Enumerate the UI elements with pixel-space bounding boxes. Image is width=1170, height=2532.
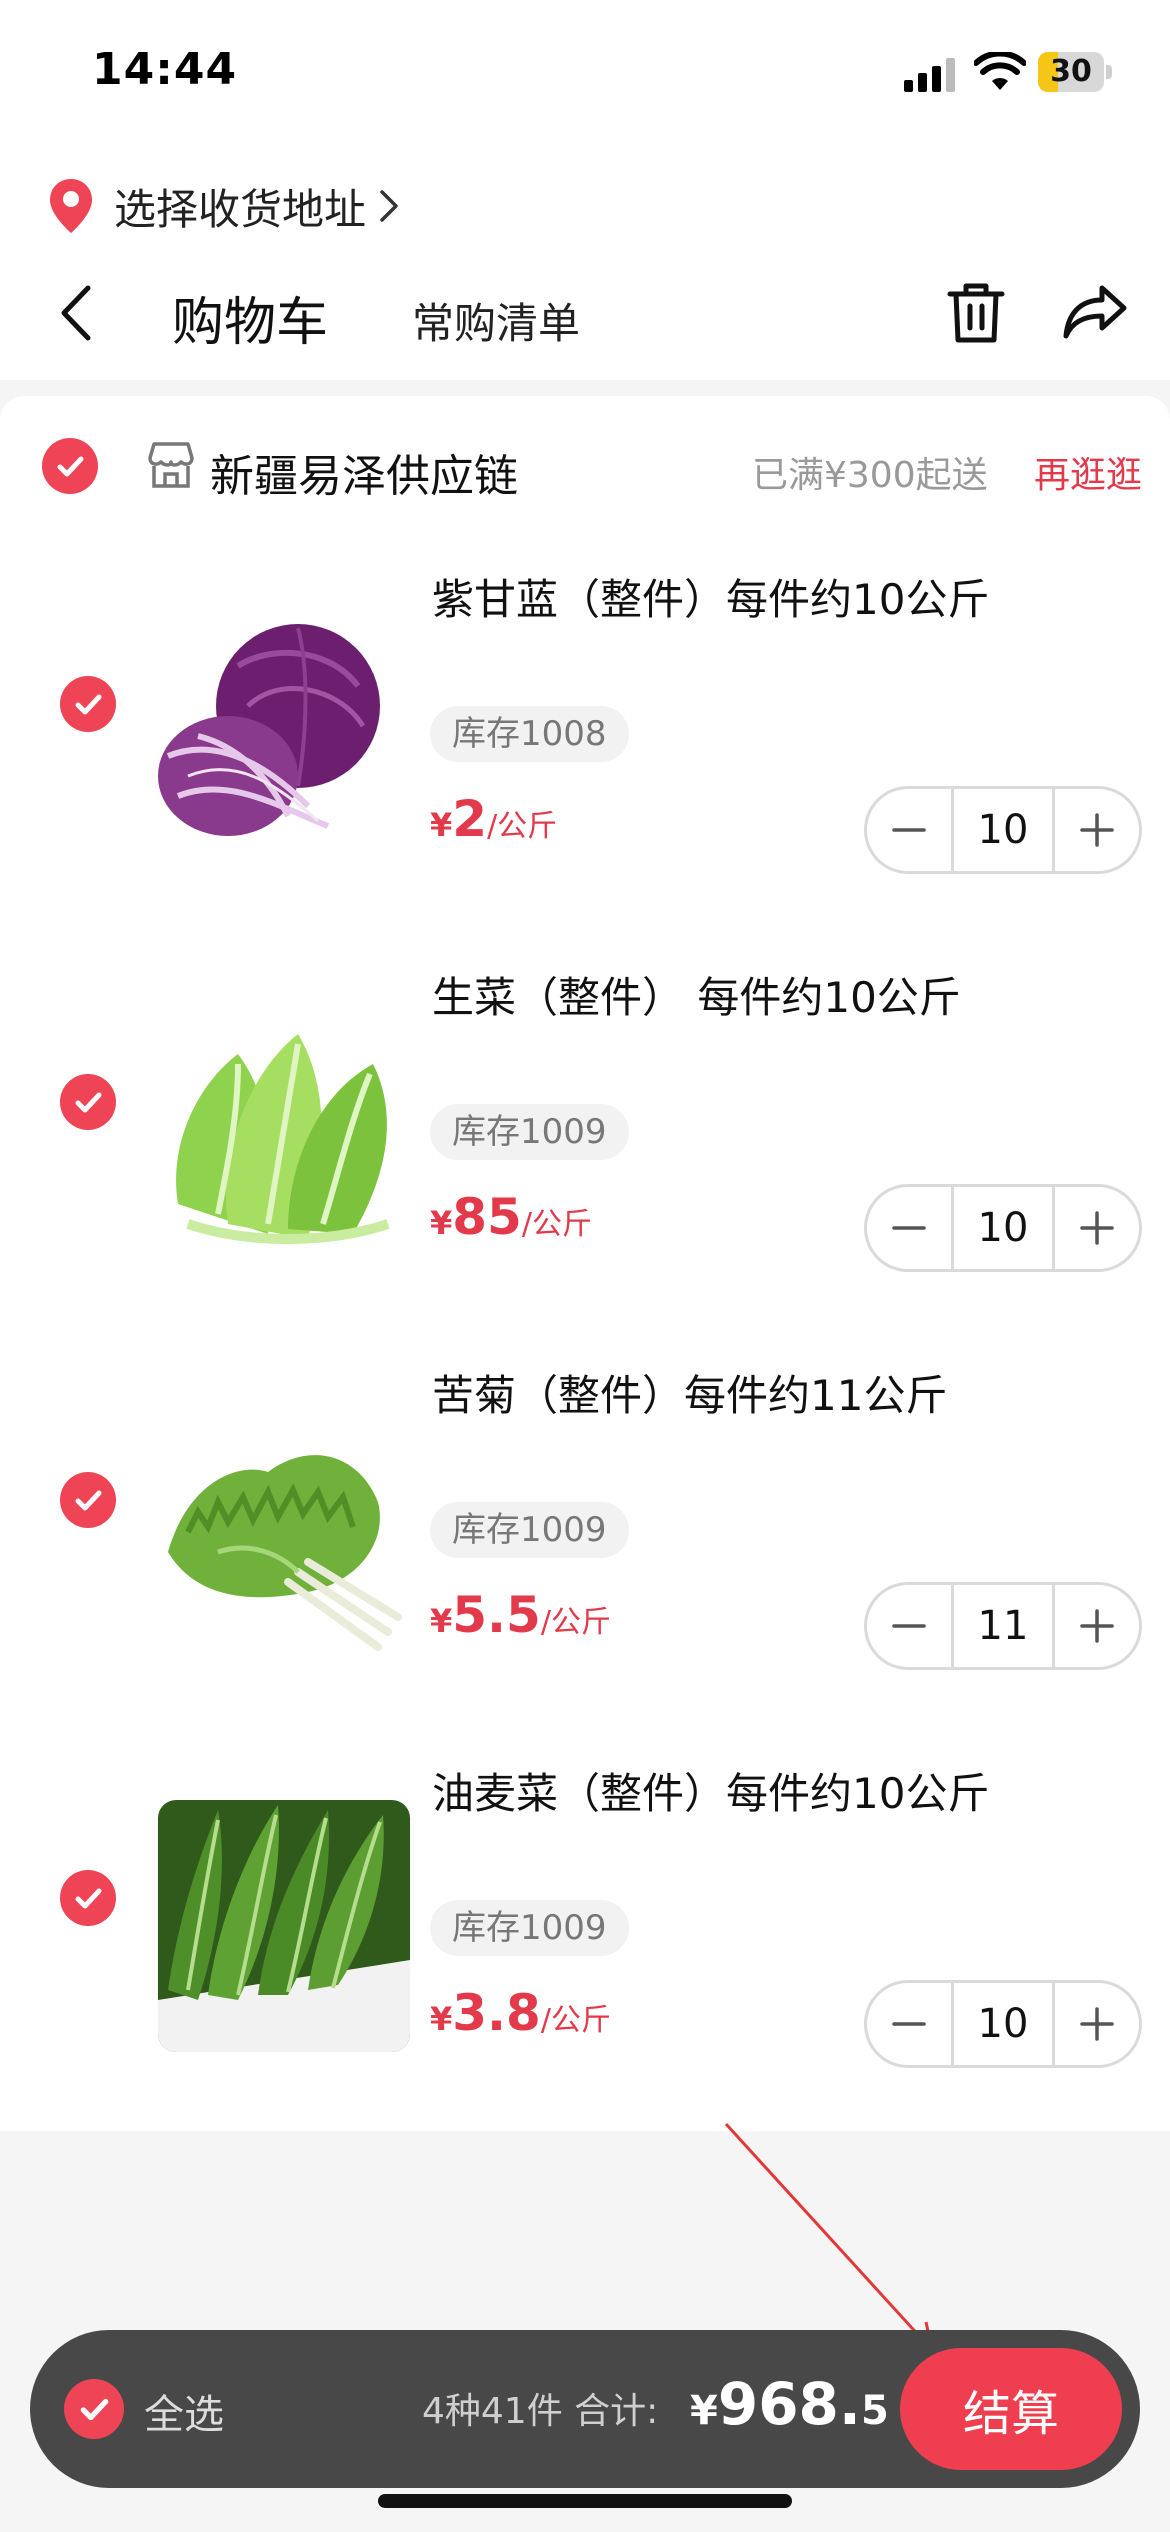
store-header: 新疆易泽供应链 已满¥300起送 再逛逛 — [0, 426, 1170, 506]
item-checkbox[interactable] — [60, 676, 116, 732]
battery-level: 30 — [1050, 54, 1092, 89]
page-title: 购物车 — [172, 293, 329, 353]
minus-icon — [892, 1624, 926, 1628]
product-image-lettuce[interactable] — [158, 1004, 410, 1256]
cart-item: 紫甘蓝（整件）每件约10公斤 库存1008 ¥2/公斤 10 — [0, 536, 1170, 934]
select-all-label[interactable]: 全选 — [144, 2382, 224, 2440]
plus-icon — [1080, 1211, 1114, 1245]
check-icon — [57, 456, 84, 477]
address-label: 选择收货地址 — [114, 184, 367, 234]
cart-card: 新疆易泽供应链 已满¥300起送 再逛逛 紫甘蓝（整件）每件约10公斤 库存10… — [0, 396, 1170, 2131]
share-icon[interactable] — [1062, 282, 1128, 342]
quantity-stepper: 10 — [864, 786, 1142, 874]
home-indicator — [378, 2494, 792, 2508]
quantity-stepper: 10 — [864, 1980, 1142, 2068]
cellular-signal-icon — [904, 58, 955, 92]
location-pin-icon — [50, 179, 92, 233]
product-price: ¥5.5/公斤 — [430, 1586, 611, 1644]
increase-button[interactable] — [1055, 1585, 1139, 1667]
minus-icon — [892, 2022, 926, 2026]
increase-button[interactable] — [1055, 1983, 1139, 2065]
plus-icon — [1080, 813, 1114, 847]
quantity-input[interactable]: 10 — [951, 1983, 1055, 2065]
product-image-romaine-lettuce[interactable] — [158, 1800, 410, 2052]
increase-button[interactable] — [1055, 1187, 1139, 1269]
min-order-text: 已满¥300起送 — [752, 455, 988, 496]
continue-shopping-link[interactable]: 再逛逛 — [1034, 446, 1142, 498]
product-price: ¥2/公斤 — [430, 790, 558, 848]
product-name[interactable]: 紫甘蓝（整件）每件约10公斤 — [432, 566, 989, 627]
checkout-bar: 全选 4种41件 合计: ¥968.5 结算 — [30, 2330, 1140, 2488]
status-time: 14:44 — [92, 44, 238, 95]
check-icon — [75, 1490, 102, 1511]
quantity-stepper: 10 — [864, 1184, 1142, 1272]
product-image-endive[interactable] — [158, 1402, 410, 1654]
quantity-input[interactable]: 10 — [951, 1187, 1055, 1269]
cart-item: 生菜（整件） 每件约10公斤 库存1009 ¥85/公斤 10 — [0, 934, 1170, 1332]
product-name[interactable]: 苦菊（整件）每件约11公斤 — [432, 1362, 947, 1423]
total-price: ¥968.5 — [690, 2370, 889, 2438]
increase-button[interactable] — [1055, 789, 1139, 871]
quantity-stepper: 11 — [864, 1582, 1142, 1670]
decrease-button[interactable] — [867, 1187, 951, 1269]
check-icon — [75, 1092, 102, 1113]
status-bar: 14:44 30 — [0, 0, 1170, 150]
stock-badge: 库存1009 — [430, 1900, 629, 1956]
store-name[interactable]: 新疆易泽供应链 — [210, 440, 518, 504]
store-checkbox[interactable] — [42, 438, 98, 494]
check-icon — [75, 694, 102, 715]
chevron-right-icon — [380, 190, 398, 222]
check-icon — [80, 2398, 109, 2421]
cart-summary: 4种41件 合计: — [422, 2391, 659, 2432]
trash-icon[interactable] — [944, 280, 1008, 346]
minus-icon — [892, 1226, 926, 1230]
decrease-button[interactable] — [867, 1585, 951, 1667]
wifi-icon — [974, 52, 1026, 90]
header: 选择收货地址 购物车 常购清单 — [0, 150, 1170, 380]
quantity-input[interactable]: 11 — [951, 1585, 1055, 1667]
address-selector[interactable]: 选择收货地址 — [48, 176, 400, 236]
decrease-button[interactable] — [867, 789, 951, 871]
quantity-input[interactable]: 10 — [951, 789, 1055, 871]
back-arrow-icon[interactable] — [56, 282, 96, 344]
check-icon — [75, 1888, 102, 1909]
select-all-checkbox[interactable] — [64, 2379, 124, 2439]
product-price: ¥3.8/公斤 — [430, 1984, 611, 2042]
stock-badge: 库存1008 — [430, 706, 629, 762]
cart-item: 油麦菜（整件）每件约10公斤 库存1009 ¥3.8/公斤 10 — [0, 1730, 1170, 2128]
product-image-purple-cabbage[interactable] — [158, 606, 410, 858]
nav-bar: 购物车 常购清单 — [0, 260, 1170, 370]
item-checkbox[interactable] — [60, 1074, 116, 1130]
plus-icon — [1080, 2007, 1114, 2041]
product-name[interactable]: 生菜（整件） 每件约10公斤 — [432, 964, 961, 1025]
checkout-button[interactable]: 结算 — [900, 2348, 1122, 2470]
stock-badge: 库存1009 — [430, 1104, 629, 1160]
stock-badge: 库存1009 — [430, 1502, 629, 1558]
product-price: ¥85/公斤 — [430, 1188, 592, 1246]
plus-icon — [1080, 1609, 1114, 1643]
decrease-button[interactable] — [867, 1983, 951, 2065]
battery-icon: 30 — [1038, 52, 1112, 92]
tab-frequent-list[interactable]: 常购清单 — [412, 290, 580, 351]
minus-icon — [892, 828, 926, 832]
product-name[interactable]: 油麦菜（整件）每件约10公斤 — [432, 1760, 989, 1821]
store-icon — [148, 442, 194, 488]
item-checkbox[interactable] — [60, 1472, 116, 1528]
item-checkbox[interactable] — [60, 1870, 116, 1926]
cart-item: 苦菊（整件）每件约11公斤 库存1009 ¥5.5/公斤 11 — [0, 1332, 1170, 1730]
